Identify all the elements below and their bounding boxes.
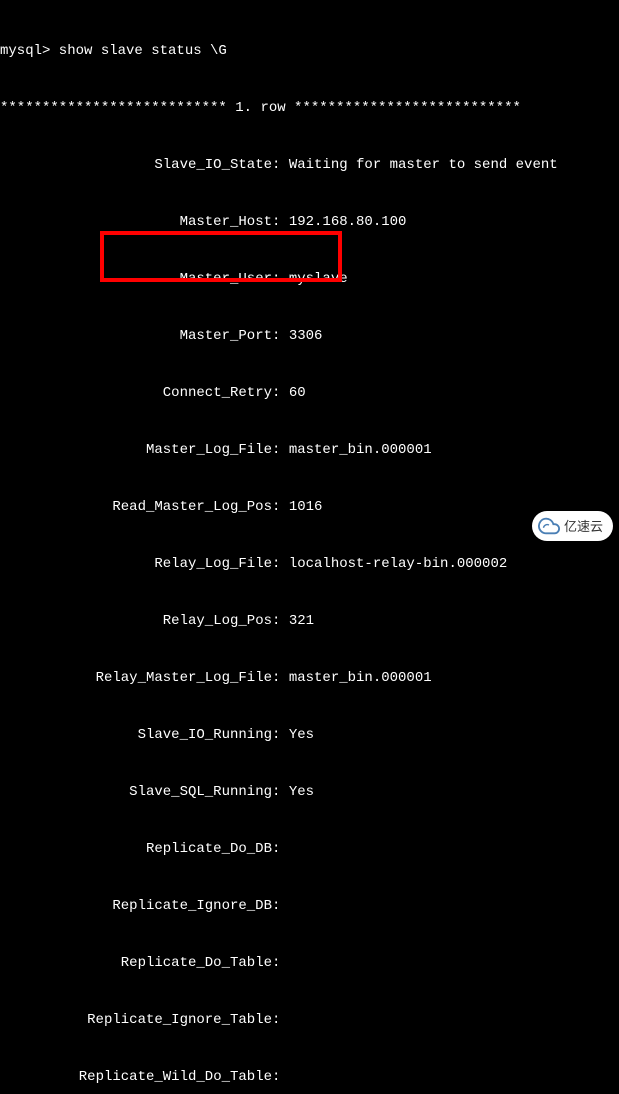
field-row: Slave_IO_State: Waiting for master to se…: [0, 156, 619, 175]
field-label: Master_Log_File: [0, 441, 272, 460]
mysql-prompt: mysql> show slave status \G: [0, 42, 619, 61]
field-value: 3306: [289, 328, 323, 344]
field-value: localhost-relay-bin.000002: [289, 556, 507, 572]
field-label: Replicate_Ignore_Table: [0, 1011, 272, 1030]
field-value: 60: [289, 385, 306, 401]
field-label: Replicate_Do_DB: [0, 840, 272, 859]
field-label: Master_User: [0, 270, 272, 289]
field-row: Relay_Log_Pos: 321: [0, 612, 619, 631]
field-value: 321: [289, 613, 314, 629]
field-label: Replicate_Ignore_DB: [0, 897, 272, 916]
field-label: Read_Master_Log_Pos: [0, 498, 272, 517]
field-label: Relay_Master_Log_File: [0, 669, 272, 688]
cloud-icon: [538, 515, 560, 537]
row-separator: *************************** 1. row *****…: [0, 99, 619, 118]
field-row: Slave_SQL_Running: Yes: [0, 783, 619, 802]
field-row: Relay_Master_Log_File: master_bin.000001: [0, 669, 619, 688]
field-value: master_bin.000001: [289, 670, 432, 686]
field-row: Master_Port: 3306: [0, 327, 619, 346]
field-label: Replicate_Do_Table: [0, 954, 272, 973]
field-value: Yes: [289, 727, 314, 743]
field-row: Master_Log_File: master_bin.000001: [0, 441, 619, 460]
field-row: Replicate_Wild_Do_Table:: [0, 1068, 619, 1087]
field-value: master_bin.000001: [289, 442, 432, 458]
field-row: Replicate_Ignore_DB:: [0, 897, 619, 916]
field-label: Master_Port: [0, 327, 272, 346]
field-row: Slave_IO_Running: Yes: [0, 726, 619, 745]
field-label: Slave_SQL_Running: [0, 783, 272, 802]
field-value: myslave: [289, 271, 348, 287]
field-value: 1016: [289, 499, 323, 515]
field-row: Replicate_Do_Table:: [0, 954, 619, 973]
terminal-output: mysql> show slave status \G ************…: [0, 4, 619, 1094]
watermark-text: 亿速云: [564, 517, 603, 536]
field-label: Slave_IO_State: [0, 156, 272, 175]
field-row: Master_Host: 192.168.80.100: [0, 213, 619, 232]
field-label: Connect_Retry: [0, 384, 272, 403]
field-value: Yes: [289, 784, 314, 800]
field-row: Connect_Retry: 60: [0, 384, 619, 403]
field-label: Relay_Log_File: [0, 555, 272, 574]
field-row: Replicate_Do_DB:: [0, 840, 619, 859]
field-value: 192.168.80.100: [289, 214, 407, 230]
field-row: Relay_Log_File: localhost-relay-bin.0000…: [0, 555, 619, 574]
field-row: Master_User: myslave: [0, 270, 619, 289]
field-label: Relay_Log_Pos: [0, 612, 272, 631]
field-row: Read_Master_Log_Pos: 1016: [0, 498, 619, 517]
field-label: Replicate_Wild_Do_Table: [0, 1068, 272, 1087]
field-row: Replicate_Ignore_Table:: [0, 1011, 619, 1030]
watermark-badge: 亿速云: [532, 511, 613, 541]
field-label: Slave_IO_Running: [0, 726, 272, 745]
field-label: Master_Host: [0, 213, 272, 232]
field-value: Waiting for master to send event: [289, 157, 558, 173]
